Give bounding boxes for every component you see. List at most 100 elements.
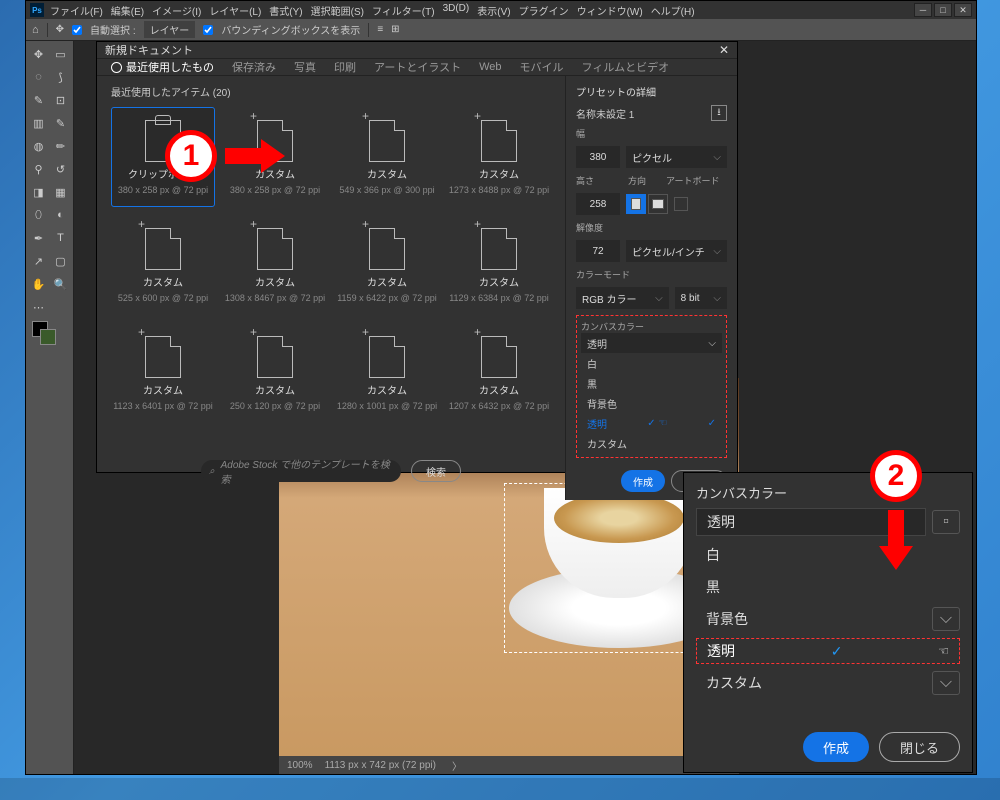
width-field[interactable]: 380 [576, 146, 620, 168]
resolution-field[interactable]: 72 [576, 240, 620, 262]
eraser-tool[interactable]: ◨ [28, 181, 49, 203]
menu-edit[interactable]: 編集(E) [111, 3, 144, 18]
menu-view[interactable]: 表示(V) [477, 3, 510, 18]
unit-select[interactable]: ピクセル [626, 146, 727, 168]
preset-item[interactable]: カスタム1207 x 6432 px @ 72 ppi [447, 323, 551, 423]
create-button[interactable]: 作成 [621, 470, 665, 492]
menu-window[interactable]: ウィンドウ(W) [577, 3, 643, 18]
hand-tool[interactable]: ✋ [28, 273, 49, 295]
zoom-opt-transparent[interactable]: 透明✓☜ [696, 638, 960, 664]
preset-item[interactable]: カスタム1129 x 6384 px @ 72 ppi [447, 215, 551, 315]
maximize-button[interactable]: □ [934, 3, 952, 17]
auto-select-target[interactable]: レイヤー [144, 21, 196, 38]
move-tool-icon[interactable]: ✥ [56, 24, 64, 35]
canvas-opt-white[interactable]: 白 [581, 353, 722, 373]
zoom-opt-black[interactable]: 黒 [696, 574, 960, 600]
preset-item[interactable]: カスタム250 x 120 px @ 72 ppi [223, 323, 327, 423]
chevron-down-icon[interactable]: ⌵ [932, 607, 960, 631]
eyedropper-tool[interactable]: ✎ [50, 112, 71, 134]
chevron-down-icon[interactable]: ⌵ [932, 671, 960, 695]
color-swatch-button[interactable]: ▫ [932, 510, 960, 534]
auto-select-checkbox[interactable] [72, 25, 82, 35]
distribute-icon[interactable]: ⊞ [391, 24, 399, 35]
dialog-close-icon[interactable]: ✕ [719, 43, 729, 57]
zoom-opt-custom[interactable]: カスタム [696, 670, 926, 696]
zoom-opt-bgcolor[interactable]: 背景色 [696, 606, 926, 632]
menu-layer[interactable]: レイヤー(L) [209, 3, 261, 18]
menu-file[interactable]: ファイル(F) [50, 3, 103, 18]
canvas-opt-custom[interactable]: カスタム [581, 433, 722, 453]
bit-depth-select[interactable]: 8 bit [675, 287, 727, 309]
edit-toolbar[interactable]: ⋯ [28, 296, 49, 318]
healing-tool[interactable]: ◍ [28, 135, 49, 157]
type-tool[interactable]: T [50, 227, 71, 249]
crop-tool[interactable]: ⊡ [50, 89, 71, 111]
pen-tool[interactable]: ✒ [28, 227, 49, 249]
minimize-button[interactable]: ─ [914, 3, 932, 17]
stock-search-input[interactable]: ⌕Adobe Stock で他のテンプレートを検索 [201, 460, 401, 482]
dodge-tool[interactable]: ◐ [50, 204, 71, 226]
align-icon[interactable]: ≡ [377, 24, 383, 35]
tab-saved[interactable]: 保存済み [232, 59, 276, 75]
history-brush-tool[interactable]: ↺ [50, 158, 71, 180]
tab-recent[interactable]: 最近使用したもの [111, 59, 214, 75]
resolution-unit-select[interactable]: ピクセル/インチ [626, 240, 727, 262]
preset-name[interactable]: 名称未設定 1 [576, 106, 634, 121]
menu-image[interactable]: イメージ(I) [152, 3, 201, 18]
tab-mobile[interactable]: モバイル [520, 59, 564, 75]
stamp-tool[interactable]: ⚲ [28, 158, 49, 180]
menu-plugin[interactable]: プラグイン [519, 3, 569, 18]
artboard-checkbox[interactable] [674, 197, 688, 211]
height-field[interactable]: 258 [576, 193, 620, 215]
preset-item[interactable]: カスタム1308 x 8467 px @ 72 ppi [223, 215, 327, 315]
preset-name: カスタム [479, 382, 519, 397]
tab-photo[interactable]: 写真 [294, 59, 316, 75]
tab-film[interactable]: フィルムとビデオ [582, 59, 670, 75]
tab-print[interactable]: 印刷 [334, 59, 356, 75]
gradient-tool[interactable]: ▦ [50, 181, 71, 203]
marquee-tool[interactable]: ◌ [28, 66, 49, 88]
canvas-opt-bgcolor[interactable]: 背景色 [581, 393, 722, 413]
close-button[interactable]: ✕ [954, 3, 972, 17]
move-tool[interactable]: ✥ [28, 43, 49, 65]
landscape-button[interactable] [648, 194, 668, 214]
menu-help[interactable]: ヘルプ(H) [651, 3, 695, 18]
canvas-opt-transparent[interactable]: 透明✓ ☜ [581, 413, 722, 433]
preset-item[interactable]: カスタム549 x 366 px @ 300 ppi [335, 107, 439, 207]
tab-art[interactable]: アートとイラスト [374, 59, 461, 75]
brush-tool[interactable]: ✏ [50, 135, 71, 157]
zoom-tool[interactable]: 🔍 [50, 273, 71, 295]
preset-item[interactable]: カスタム1273 x 8488 px @ 72 ppi [447, 107, 551, 207]
recent-header: 最近使用したアイテム (20) [111, 84, 551, 99]
shape-tool[interactable]: ▢ [50, 250, 71, 272]
color-swatch[interactable] [28, 319, 71, 349]
bbox-checkbox[interactable] [203, 25, 213, 35]
portrait-button[interactable] [626, 194, 646, 214]
zoom-close-button[interactable]: 閉じる [879, 732, 960, 762]
blur-tool[interactable]: ⬯ [28, 204, 49, 226]
tab-web[interactable]: Web [479, 61, 501, 73]
width-label: 幅 [576, 127, 727, 140]
menu-3d[interactable]: 3D(D) [443, 3, 470, 18]
search-button[interactable]: 検索 [411, 460, 461, 482]
menu-select[interactable]: 選択範囲(S) [311, 3, 364, 18]
save-preset-icon[interactable]: ⭳ [711, 105, 727, 121]
preset-item[interactable]: カスタム1123 x 6401 px @ 72 ppi [111, 323, 215, 423]
preset-item[interactable]: カスタム1280 x 1001 px @ 72 ppi [335, 323, 439, 423]
zoom-create-button[interactable]: 作成 [803, 732, 869, 762]
path-tool[interactable]: ↗ [28, 250, 49, 272]
menu-filter[interactable]: フィルター(T) [372, 3, 435, 18]
canvas-color-select[interactable]: 透明 [581, 333, 722, 353]
lasso-tool[interactable]: ⟆ [50, 66, 71, 88]
preset-item[interactable]: カスタム525 x 600 px @ 72 ppi [111, 215, 215, 315]
home-icon[interactable]: ⌂ [32, 24, 39, 36]
zoom-level[interactable]: 100% [287, 760, 313, 771]
frame-tool[interactable]: ▥ [28, 112, 49, 134]
color-mode-select[interactable]: RGB カラー [576, 287, 669, 309]
artboard-tool[interactable]: ▭ [50, 43, 71, 65]
preset-item[interactable]: カスタム1159 x 6422 px @ 72 ppi [335, 215, 439, 315]
quick-select-tool[interactable]: ✎ [28, 89, 49, 111]
menu-type[interactable]: 書式(Y) [269, 3, 302, 18]
canvas-opt-black[interactable]: 黒 [581, 373, 722, 393]
taskbar[interactable] [0, 778, 1000, 800]
